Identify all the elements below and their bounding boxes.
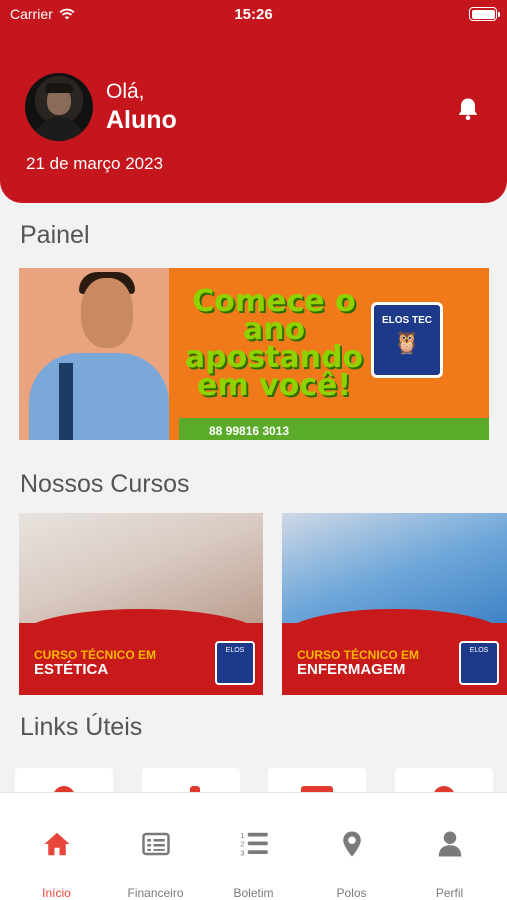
- numbered-list-icon: 1 2 3: [240, 831, 268, 857]
- current-date: 21 de março 2023: [26, 154, 164, 173]
- bell-icon[interactable]: [454, 95, 482, 123]
- tab-label: Polos: [336, 886, 367, 900]
- invoice-icon: [142, 832, 170, 856]
- user-name: Aluno: [106, 106, 177, 134]
- user-icon: [438, 831, 462, 857]
- elos-tec-logo: ELOS TEC 🦉: [371, 302, 443, 378]
- banner-headline: Comece o ano apostando em você!: [184, 284, 364, 403]
- links-section-title: Links Úteis: [20, 713, 143, 741]
- panel-section-title: Painel: [20, 221, 90, 249]
- tab-polos[interactable]: Polos: [301, 793, 402, 900]
- course-card-estetica[interactable]: CURSO TÉCNICO EM ESTÉTICA ELOS: [19, 513, 263, 695]
- elos-badge: ELOS: [459, 641, 499, 685]
- banner-logo-text: ELOS TEC: [381, 315, 432, 326]
- course-card-enfermagem[interactable]: CURSO TÉCNICO EM ENFERMAGEM ELOS: [282, 513, 507, 695]
- tab-financeiro[interactable]: Financeiro: [105, 793, 206, 900]
- promo-banner[interactable]: Comece o ano apostando em você! ELOS TEC…: [19, 268, 489, 440]
- location-pin-icon: [343, 831, 361, 857]
- course-kicker: CURSO TÉCNICO EM: [34, 648, 157, 662]
- tab-inicio[interactable]: Início: [6, 793, 107, 900]
- tab-label: Perfil: [435, 886, 464, 900]
- svg-text:2: 2: [240, 840, 244, 849]
- svg-text:1: 1: [240, 831, 244, 840]
- greeting-text: Olá,: [106, 80, 145, 103]
- banner-phone: 88 99816 3013: [209, 424, 290, 438]
- course-name: ESTÉTICA: [34, 661, 109, 678]
- tab-label: Financeiro: [127, 886, 184, 900]
- elos-badge: ELOS: [215, 641, 255, 685]
- status-time: 15:26: [234, 6, 273, 23]
- status-bar: Carrier 15:26: [0, 0, 507, 28]
- courses-section-title: Nossos Cursos: [20, 470, 190, 498]
- tab-perfil[interactable]: Perfil: [399, 793, 500, 900]
- svg-text:3: 3: [240, 848, 244, 857]
- battery-icon: [469, 7, 500, 21]
- tab-boletim[interactable]: 1 2 3 Boletim: [203, 793, 304, 900]
- tab-label: Boletim: [233, 886, 274, 900]
- avatar[interactable]: [25, 73, 93, 141]
- course-kicker: CURSO TÉCNICO EM: [297, 648, 420, 662]
- banner-person-image: [19, 268, 169, 440]
- home-icon: [44, 832, 70, 856]
- tab-label: Início: [42, 886, 71, 900]
- bottom-tab-bar: Início Financeiro 1 2 3 Boletim Polos Pe…: [0, 792, 507, 900]
- header: Carrier 15:26 Olá, Aluno 21 de março 202…: [0, 0, 507, 203]
- course-name: ENFERMAGEM: [297, 661, 406, 678]
